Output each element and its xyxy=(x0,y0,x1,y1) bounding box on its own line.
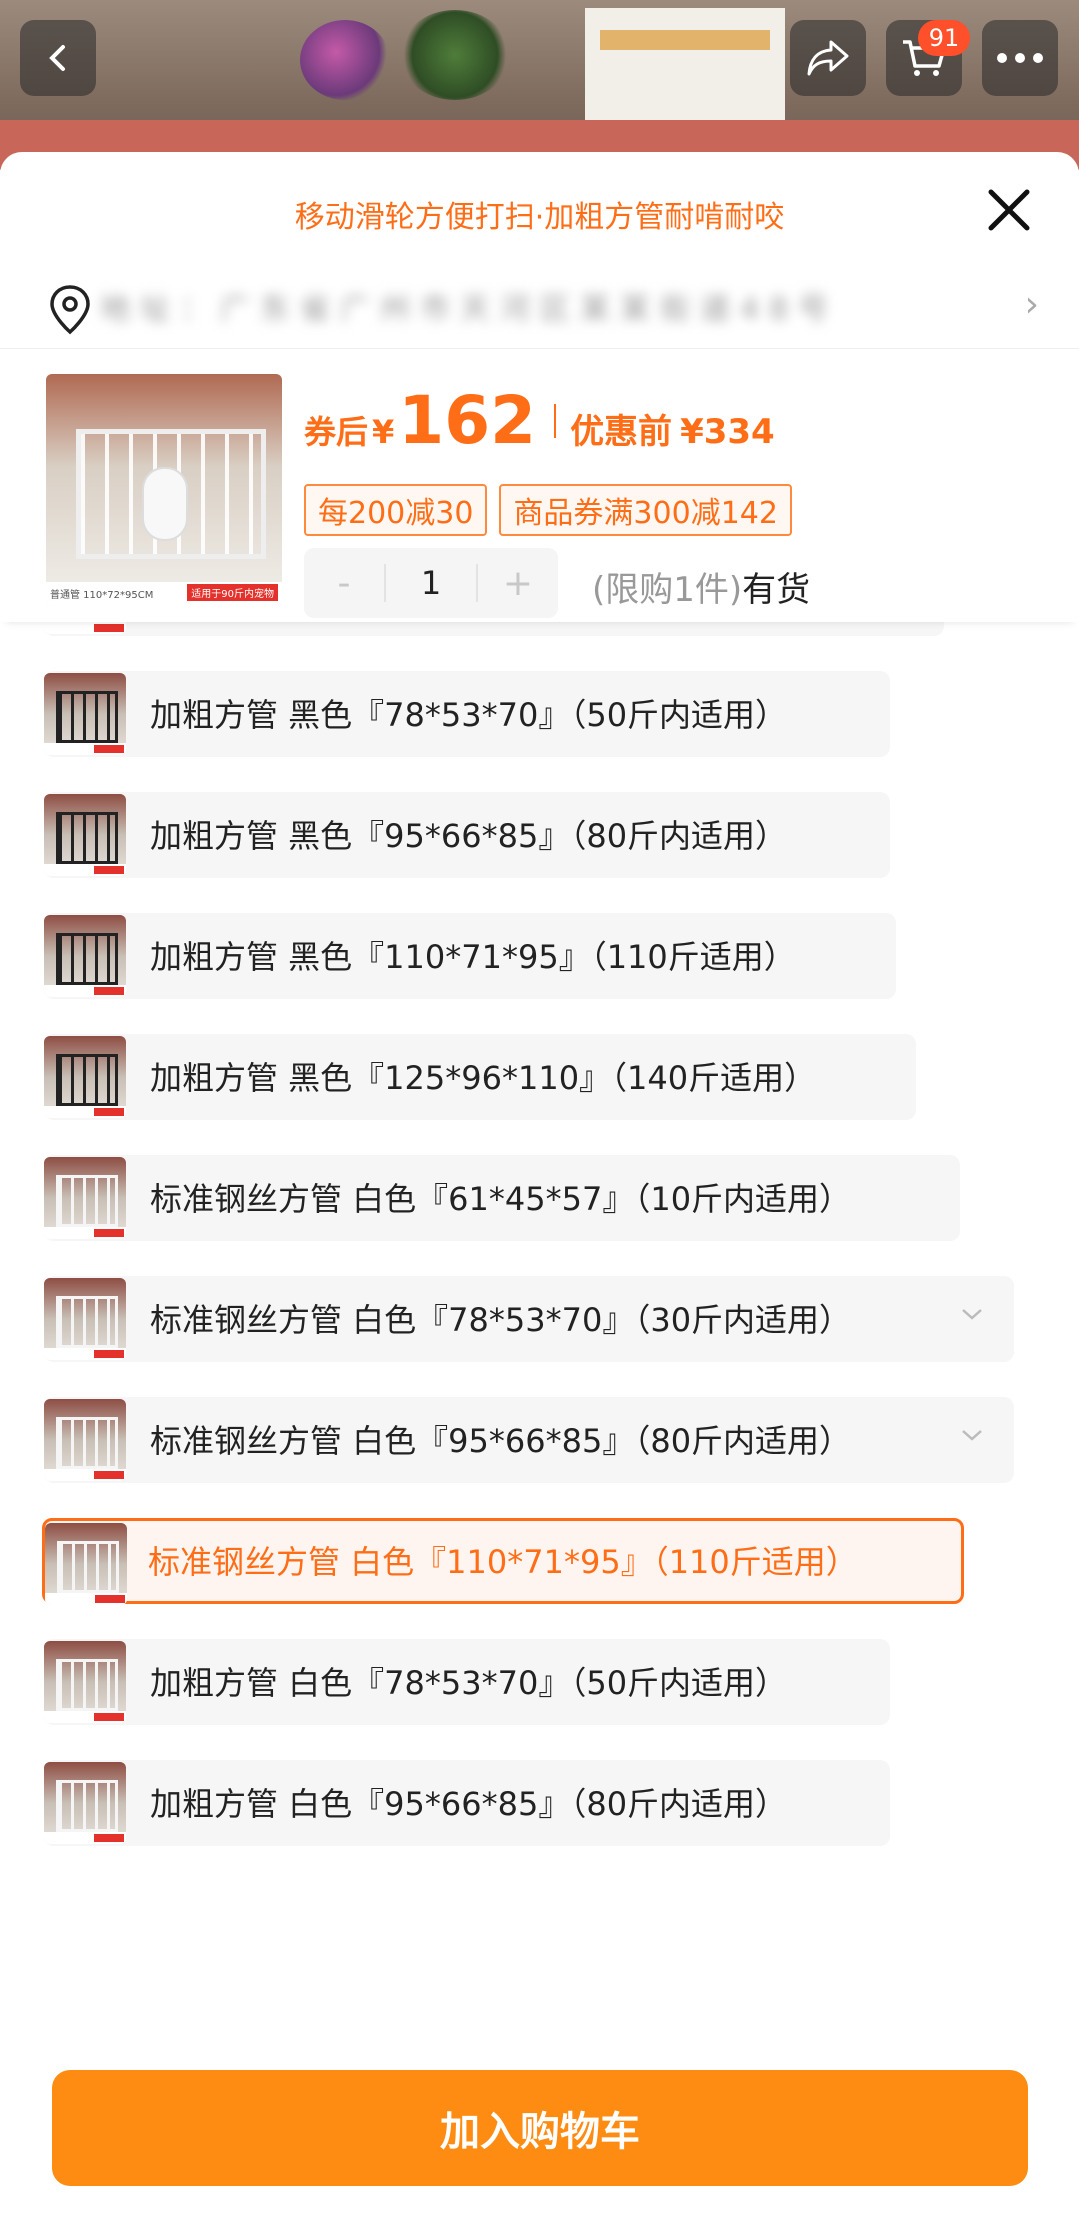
variant-label: 加粗方管 白色『78*53*70』（50斤内适用） xyxy=(150,1664,788,1702)
dog-illustration xyxy=(144,469,186,539)
thumbnail-tag-left: 普通管 110*72*95CM xyxy=(50,590,154,601)
cart-count-badge: 91 xyxy=(918,20,970,56)
thumbnail-tag: 普通管 110*72*95CM 适用于90斤内宠物 xyxy=(46,582,282,606)
add-to-cart-button[interactable]: 加入购物车 xyxy=(52,2070,1028,2186)
close-button[interactable] xyxy=(979,180,1039,240)
back-arrow-icon xyxy=(49,45,65,71)
product-box-band xyxy=(600,30,770,50)
flower-decoration xyxy=(300,20,390,100)
thumbnail-strip xyxy=(44,1711,126,1723)
variant-label: 标准钢丝方管 白色『110*71*95』（110斤适用） xyxy=(148,1543,858,1581)
location-pin-icon xyxy=(50,285,90,335)
variant-thumbnail xyxy=(44,1641,126,1723)
thumbnail-strip xyxy=(45,1593,127,1605)
variant-thumbnail xyxy=(44,673,126,755)
stock-status: (限购1件)有货 xyxy=(592,562,810,611)
coupon-tags: 每200减30 商品券满300减142 xyxy=(304,484,792,536)
variant-option[interactable]: 加粗方管 白色『78*53*70』（50斤内适用） xyxy=(44,1639,890,1725)
variant-thumbnail xyxy=(45,1523,127,1605)
coupon-tag[interactable]: 商品券满300减142 xyxy=(499,484,792,536)
variant-option[interactable]: 加粗方管 黑色『125*96*110』（140斤适用） xyxy=(44,1034,916,1120)
variant-label: 标准钢丝方管 白色『78*53*70』（30斤内适用） xyxy=(150,1301,852,1339)
variant-option[interactable]: 标准钢丝方管 白色『78*53*70』（30斤内适用） xyxy=(44,1276,1014,1362)
variant-option[interactable]: 标准钢丝方管 白色『95*66*85』（80斤内适用） xyxy=(44,1397,1014,1483)
thumbnail-strip xyxy=(44,1348,126,1360)
in-stock-label: 有货 xyxy=(742,570,811,610)
cage-illustration xyxy=(56,933,118,985)
price-divider xyxy=(554,403,557,438)
variant-option[interactable]: 标准钢丝方管 白色『61*45*57』（10斤内适用） xyxy=(44,1155,960,1241)
variant-thumbnail xyxy=(44,1399,126,1481)
cage-illustration xyxy=(56,1417,118,1469)
variant-option[interactable]: 标准钢丝方管 白色『110*71*95』（110斤适用） xyxy=(42,1518,964,1605)
original-price-label: 优惠前 xyxy=(570,412,673,452)
variant-option[interactable]: 加粗方管 黑色『78*53*70』（50斤内适用） xyxy=(44,671,890,757)
thumbnail-strip xyxy=(44,743,126,755)
chevron-down-icon[interactable] xyxy=(960,1417,984,1450)
cage-illustration xyxy=(56,1296,118,1348)
variant-thumbnail xyxy=(44,1278,126,1360)
cage-illustration xyxy=(56,1659,118,1711)
variant-list: 标准钢丝方管 黑色『95*66*85』（60斤内适用）标准钢丝方管 黑色『110… xyxy=(0,458,1079,1891)
thumbnail-strip xyxy=(44,864,126,876)
variant-label: 加粗方管 黑色『95*66*85』（80斤内适用） xyxy=(150,817,788,855)
promo-slogan: 移动滑轮方便打扫·加粗方管耐啃耐咬 xyxy=(294,200,785,235)
variant-option[interactable]: 加粗方管 白色『95*66*85』（80斤内适用） xyxy=(44,1760,890,1846)
quantity-stepper: - 1 + xyxy=(304,548,558,618)
cage-illustration xyxy=(56,1054,118,1106)
purchase-limit: (限购1件) xyxy=(592,570,743,610)
variant-thumbnail xyxy=(44,1157,126,1239)
decrement-button[interactable]: - xyxy=(304,563,384,604)
variant-label: 加粗方管 黑色『78*53*70』（50斤内适用） xyxy=(150,696,788,734)
product-summary: 普通管 110*72*95CM 适用于90斤内宠物 券后 ¥ 162 优惠前 ¥… xyxy=(0,352,1079,622)
thumbnail-strip xyxy=(44,1832,126,1844)
share-icon xyxy=(807,40,849,76)
cage-illustration xyxy=(56,691,118,743)
price-prefix: 券后 xyxy=(304,413,369,451)
variant-thumbnail xyxy=(44,1036,126,1118)
variant-thumbnail xyxy=(44,915,126,997)
thumbnail-strip xyxy=(44,1227,126,1239)
variant-thumbnail xyxy=(44,794,126,876)
price-row: 券后 ¥ 162 优惠前 ¥334 xyxy=(304,382,775,459)
quantity-value[interactable]: 1 xyxy=(384,564,478,602)
chevron-down-icon[interactable] xyxy=(960,1296,984,1329)
thumbnail-tag-right: 适用于90斤内宠物 xyxy=(187,584,278,601)
variant-label: 加粗方管 黑色『125*96*110』（140斤适用） xyxy=(150,1059,817,1097)
more-button[interactable] xyxy=(982,20,1058,96)
product-thumbnail[interactable]: 普通管 110*72*95CM 适用于90斤内宠物 xyxy=(46,374,282,606)
variant-label: 标准钢丝方管 白色『61*45*57』（10斤内适用） xyxy=(150,1180,852,1218)
variant-option[interactable]: 加粗方管 黑色『110*71*95』（110斤适用） xyxy=(44,913,896,999)
variant-option[interactable]: 加粗方管 黑色『95*66*85』（80斤内适用） xyxy=(44,792,890,878)
cage-illustration xyxy=(56,1780,118,1832)
back-button[interactable] xyxy=(20,20,96,96)
increment-button[interactable]: + xyxy=(478,563,558,604)
chevron-right-icon: › xyxy=(1024,284,1039,325)
thumbnail-strip xyxy=(44,985,126,997)
cage-illustration xyxy=(56,812,118,864)
variant-label: 加粗方管 黑色『110*71*95』（110斤适用） xyxy=(150,938,796,976)
currency-symbol: ¥ xyxy=(372,413,395,451)
thumbnail-strip xyxy=(44,1469,126,1481)
variant-thumbnail xyxy=(44,1762,126,1844)
cage-illustration xyxy=(56,1175,118,1227)
variant-label: 标准钢丝方管 白色『95*66*85』（80斤内适用） xyxy=(150,1422,852,1460)
more-icon xyxy=(997,53,1043,63)
address-text: 地址：广东省广州市天河区某某街道48号 xyxy=(100,292,839,324)
share-button[interactable] xyxy=(790,20,866,96)
product-box-decoration xyxy=(585,8,785,128)
delivery-address-row[interactable]: 地址：广东省广州市天河区某某街道48号 › xyxy=(0,262,1079,349)
close-icon xyxy=(988,189,1030,231)
thumbnail-strip xyxy=(44,622,126,634)
coupon-tag[interactable]: 每200减30 xyxy=(304,484,488,536)
cage-illustration xyxy=(57,1541,119,1593)
thumbnail-strip xyxy=(44,1106,126,1118)
original-price: ¥334 xyxy=(680,412,775,452)
final-price: 162 xyxy=(398,382,537,459)
plant-decoration xyxy=(400,10,510,100)
variant-label: 加粗方管 白色『95*66*85』（80斤内适用） xyxy=(150,1785,788,1823)
